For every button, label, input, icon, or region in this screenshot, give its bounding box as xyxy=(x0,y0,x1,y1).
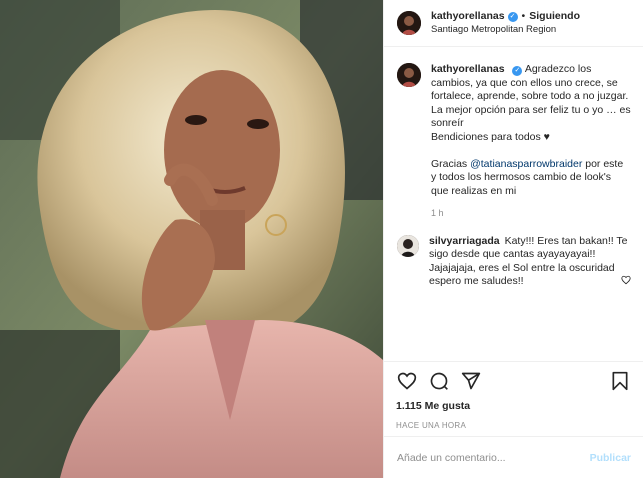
comments-list[interactable]: kathyorellanas ✓ Agradezco los cambios, … xyxy=(384,63,643,355)
caption-thanks: Gracias xyxy=(431,157,468,170)
heart-icon[interactable] xyxy=(396,370,418,392)
caption-line: La mejor opción para ser feliz tu o yo …… xyxy=(431,103,631,130)
follow-status-button[interactable]: Siguiendo xyxy=(529,10,580,23)
comment-meta xyxy=(429,293,629,307)
post-header: kathyorellanas ✓ • Siguiendo Santiago Me… xyxy=(384,0,643,47)
caption-body: kathyorellanas ✓ Agradezco los cambios, … xyxy=(431,63,631,221)
post-side-panel: kathyorellanas ✓ • Siguiendo Santiago Me… xyxy=(383,0,643,478)
instagram-post: kathyorellanas ✓ • Siguiendo Santiago Me… xyxy=(0,0,643,478)
caption-username[interactable]: kathyorellanas xyxy=(431,63,505,75)
author-avatar[interactable] xyxy=(397,11,421,35)
author-username[interactable]: kathyorellanas xyxy=(431,10,505,23)
verified-badge-icon: ✓ xyxy=(512,66,523,76)
comment-item: silvyarriagada Katy!!! Eres tan bakan!! … xyxy=(397,234,631,307)
portrait-photo xyxy=(0,0,383,478)
caption: kathyorellanas ✓ Agradezco los cambios, … xyxy=(397,63,631,221)
likes-count[interactable]: 1.115 Me gusta xyxy=(396,400,631,412)
location-link[interactable]: Santiago Metropolitan Region xyxy=(431,23,580,36)
bookmark-icon[interactable] xyxy=(609,370,631,392)
publish-button[interactable]: Publicar xyxy=(590,452,631,464)
separator-dot: • xyxy=(521,10,526,22)
post-timestamp[interactable]: HACE UNA HORA xyxy=(396,421,631,430)
action-icons xyxy=(396,370,631,392)
add-comment-bar: Publicar xyxy=(384,436,643,478)
commenter-username[interactable]: silvyarriagada xyxy=(429,235,500,247)
commenter-avatar[interactable] xyxy=(397,234,419,257)
caption-time[interactable]: 1 h xyxy=(431,207,631,221)
comment-body: silvyarriagada Katy!!! Eres tan bakan!! … xyxy=(429,235,629,307)
share-icon[interactable] xyxy=(460,370,482,392)
caption-avatar[interactable] xyxy=(397,63,421,87)
post-photo[interactable] xyxy=(0,0,383,478)
caption-line: Bendiciones para todos ♥ xyxy=(431,130,550,143)
comment-icon[interactable] xyxy=(428,370,450,392)
header-info: kathyorellanas ✓ • Siguiendo Santiago Me… xyxy=(431,10,580,36)
mention-link[interactable]: @tatianasparrowbraider xyxy=(470,158,582,170)
post-actions: 1.115 Me gusta HACE UNA HORA xyxy=(384,361,643,430)
heart-outline-icon[interactable] xyxy=(621,275,631,287)
comment-input[interactable] xyxy=(397,451,590,464)
verified-badge-icon: ✓ xyxy=(507,11,518,22)
